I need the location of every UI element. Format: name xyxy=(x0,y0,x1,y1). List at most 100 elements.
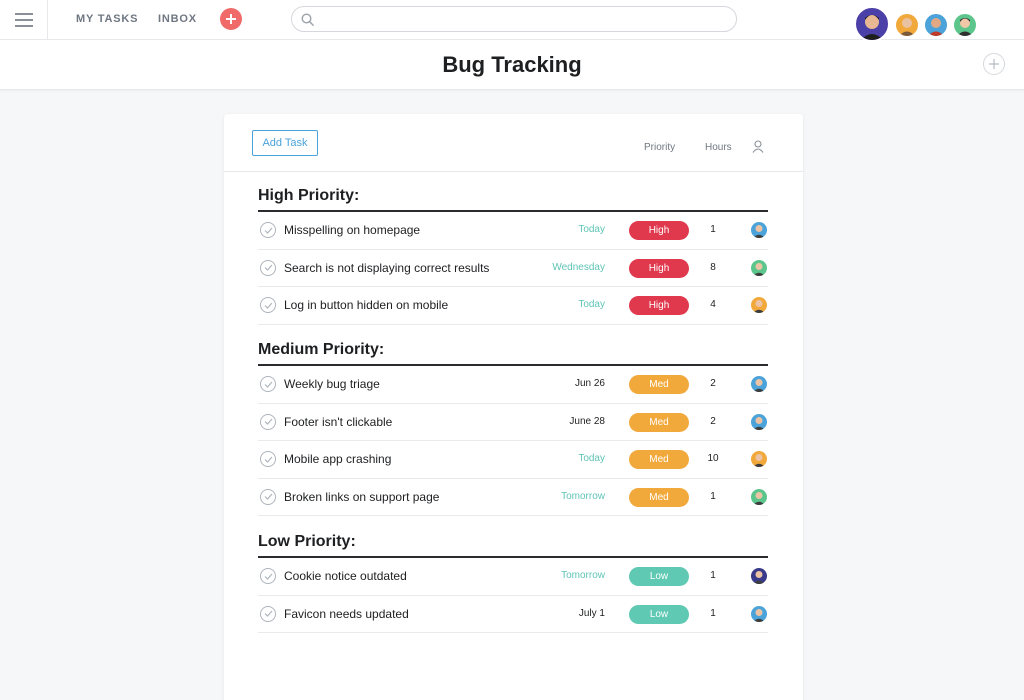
due-date[interactable]: Wednesday xyxy=(552,262,605,273)
task-row[interactable]: Search is not displaying correct results… xyxy=(258,250,768,287)
due-date[interactable]: Tomorrow xyxy=(561,570,605,581)
section-title[interactable]: Medium Priority: xyxy=(258,340,768,366)
task-section: High Priority: Misspelling on homepage Tod… xyxy=(258,186,768,325)
due-date[interactable]: July 1 xyxy=(579,608,605,619)
member-avatar[interactable] xyxy=(894,12,920,38)
avatar-icon xyxy=(753,608,765,622)
hours-value[interactable]: 1 xyxy=(698,224,728,235)
due-date[interactable]: Today xyxy=(578,224,605,235)
due-date[interactable]: June 28 xyxy=(569,416,605,427)
search-icon xyxy=(301,13,314,26)
section-title[interactable]: High Priority: xyxy=(258,186,768,212)
assignee-avatar[interactable] xyxy=(751,605,767,622)
complete-task-checkbox[interactable] xyxy=(260,568,276,584)
priority-badge[interactable]: Med xyxy=(629,375,689,394)
hours-value[interactable]: 1 xyxy=(698,608,728,619)
avatar-icon xyxy=(753,491,765,505)
assignee-avatar[interactable] xyxy=(751,259,767,276)
assignee-avatar[interactable] xyxy=(751,376,767,392)
assignee-avatar[interactable] xyxy=(751,413,767,430)
task-row[interactable]: Footer isn't clickable June 28 Med 2 xyxy=(258,404,768,441)
project-owner-avatar[interactable] xyxy=(854,6,890,42)
member-avatar[interactable] xyxy=(952,12,978,38)
task-section: Medium Priority: Weekly bug triage Jun 26 M… xyxy=(258,340,768,516)
due-date[interactable]: Today xyxy=(578,299,605,310)
list-toolbar: Add Task Priority Hours xyxy=(224,114,803,172)
priority-badge[interactable]: Low xyxy=(629,604,689,624)
task-name[interactable]: Footer isn't clickable xyxy=(284,415,392,429)
hours-value[interactable]: 10 xyxy=(698,453,728,464)
hours-column-header[interactable]: Hours xyxy=(705,142,732,153)
priority-badge[interactable]: High xyxy=(629,258,689,278)
hours-value[interactable]: 2 xyxy=(698,378,728,389)
avatar-icon xyxy=(899,18,915,36)
task-name[interactable]: Log in button hidden on mobile xyxy=(284,298,448,312)
avatar-icon xyxy=(753,300,765,313)
assignee-avatar[interactable] xyxy=(751,451,767,467)
task-row[interactable]: Favicon needs updated July 1 Low 1 xyxy=(258,596,768,633)
assignee-avatar[interactable] xyxy=(751,488,767,505)
assignee-avatar[interactable] xyxy=(751,297,767,313)
checkmark-icon xyxy=(264,227,272,234)
add-task-button[interactable]: Add Task xyxy=(252,130,318,156)
due-date[interactable]: Tomorrow xyxy=(561,491,605,502)
assignee-avatar[interactable] xyxy=(751,568,767,584)
task-name[interactable]: Favicon needs updated xyxy=(284,607,409,621)
task-row[interactable]: Misspelling on homepage Today High 1 xyxy=(258,212,768,250)
due-date[interactable]: Today xyxy=(578,453,605,464)
priority-badge[interactable]: Med xyxy=(629,487,689,507)
assignee-column-header[interactable] xyxy=(752,140,764,158)
priority-column-header[interactable]: Priority xyxy=(644,142,675,153)
checkmark-icon xyxy=(264,610,272,617)
task-name[interactable]: Broken links on support page xyxy=(284,490,439,504)
task-name[interactable]: Search is not displaying correct results xyxy=(284,261,489,275)
avatar-icon xyxy=(753,379,765,392)
plus-icon xyxy=(989,59,999,69)
menu-button[interactable] xyxy=(0,0,48,40)
member-avatar[interactable] xyxy=(923,12,949,38)
hours-value[interactable]: 1 xyxy=(698,570,728,581)
avatar-icon xyxy=(753,454,765,467)
add-member-button[interactable] xyxy=(983,53,1005,75)
plus-icon xyxy=(226,14,236,24)
task-name[interactable]: Cookie notice outdated xyxy=(284,569,407,583)
nav-my-tasks[interactable]: MY TASKS xyxy=(76,13,138,25)
task-row[interactable]: Weekly bug triage Jun 26 Med 2 xyxy=(258,366,768,404)
complete-task-checkbox[interactable] xyxy=(260,222,276,238)
priority-badge[interactable]: High xyxy=(629,221,689,240)
priority-badge[interactable]: Med xyxy=(629,412,689,432)
complete-task-checkbox[interactable] xyxy=(260,297,276,313)
checkmark-icon xyxy=(264,302,272,309)
quick-add-button[interactable] xyxy=(220,8,242,30)
checkmark-icon xyxy=(264,381,272,388)
complete-task-checkbox[interactable] xyxy=(260,451,276,467)
priority-badge[interactable]: Low xyxy=(629,567,689,586)
assignee-avatar[interactable] xyxy=(751,222,767,238)
hours-value[interactable]: 2 xyxy=(698,416,728,427)
section-title[interactable]: Low Priority: xyxy=(258,532,768,558)
complete-task-checkbox[interactable] xyxy=(260,376,276,392)
task-row[interactable]: Log in button hidden on mobile Today High 4 xyxy=(258,287,768,325)
nav-inbox[interactable]: INBOX xyxy=(158,13,197,25)
task-name[interactable]: Misspelling on homepage xyxy=(284,223,420,237)
priority-badge[interactable]: Med xyxy=(629,450,689,469)
complete-task-checkbox[interactable] xyxy=(260,259,276,276)
hours-value[interactable]: 1 xyxy=(698,491,728,502)
hours-value[interactable]: 4 xyxy=(698,299,728,310)
search-input[interactable] xyxy=(291,6,737,32)
checkmark-icon xyxy=(264,493,272,500)
task-row[interactable]: Mobile app crashing Today Med 10 xyxy=(258,441,768,479)
due-date[interactable]: Jun 26 xyxy=(575,378,605,389)
page-title: Bug Tracking xyxy=(442,52,582,77)
task-row[interactable]: Cookie notice outdated Tomorrow Low 1 xyxy=(258,558,768,596)
hours-value[interactable]: 8 xyxy=(698,262,728,273)
task-name[interactable]: Weekly bug triage xyxy=(284,377,380,391)
complete-task-checkbox[interactable] xyxy=(260,413,276,430)
complete-task-checkbox[interactable] xyxy=(260,488,276,505)
priority-badge[interactable]: High xyxy=(629,296,689,315)
task-row[interactable]: Broken links on support page Tomorrow Med 1 xyxy=(258,479,768,516)
avatar-icon xyxy=(957,18,973,36)
task-name[interactable]: Mobile app crashing xyxy=(284,452,391,466)
complete-task-checkbox[interactable] xyxy=(260,605,276,622)
task-list-card: Add Task Priority Hours High Priority: Mi… xyxy=(224,114,803,700)
